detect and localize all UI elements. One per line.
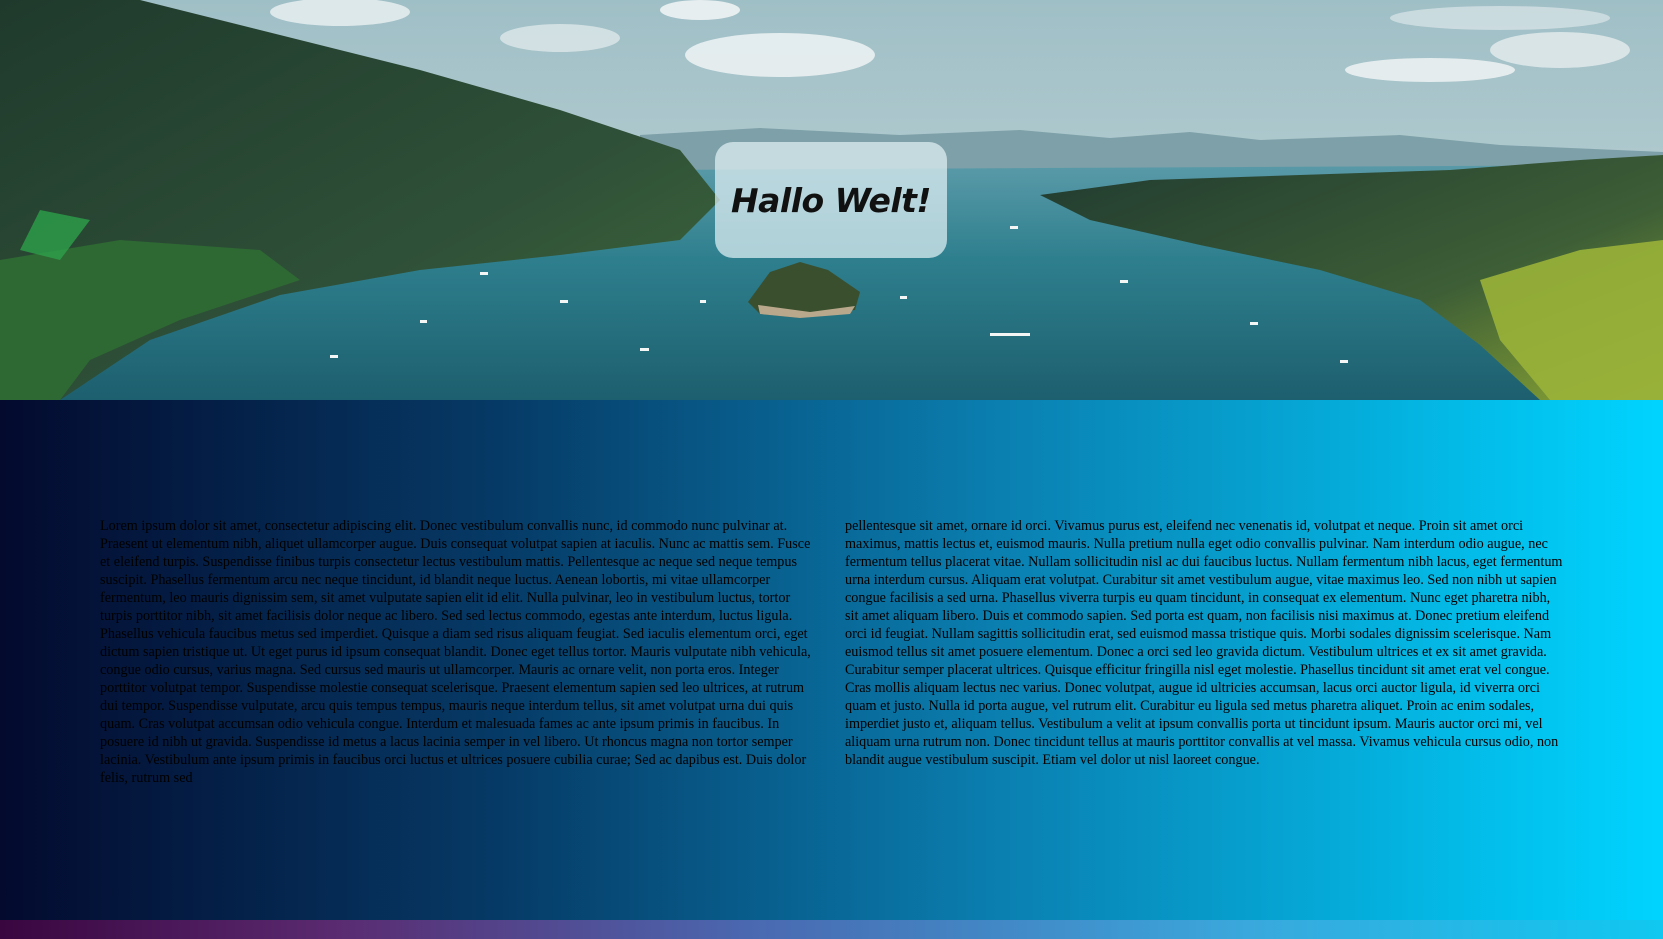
text-columns: Lorem ipsum dolor sit amet, consectetur …: [100, 517, 1565, 807]
text-column-left: Lorem ipsum dolor sit amet, consectetur …: [100, 518, 811, 786]
footer-gradient-bar: [0, 920, 1663, 939]
hero-banner: Hallo Welt!: [0, 0, 1663, 400]
content-section: Lorem ipsum dolor sit amet, consectetur …: [0, 400, 1663, 920]
text-column-right: pellentesque sit amet, ornare id orci. V…: [845, 518, 1563, 768]
page-title: Hallo Welt!: [731, 180, 931, 220]
title-card: Hallo Welt!: [715, 142, 947, 258]
